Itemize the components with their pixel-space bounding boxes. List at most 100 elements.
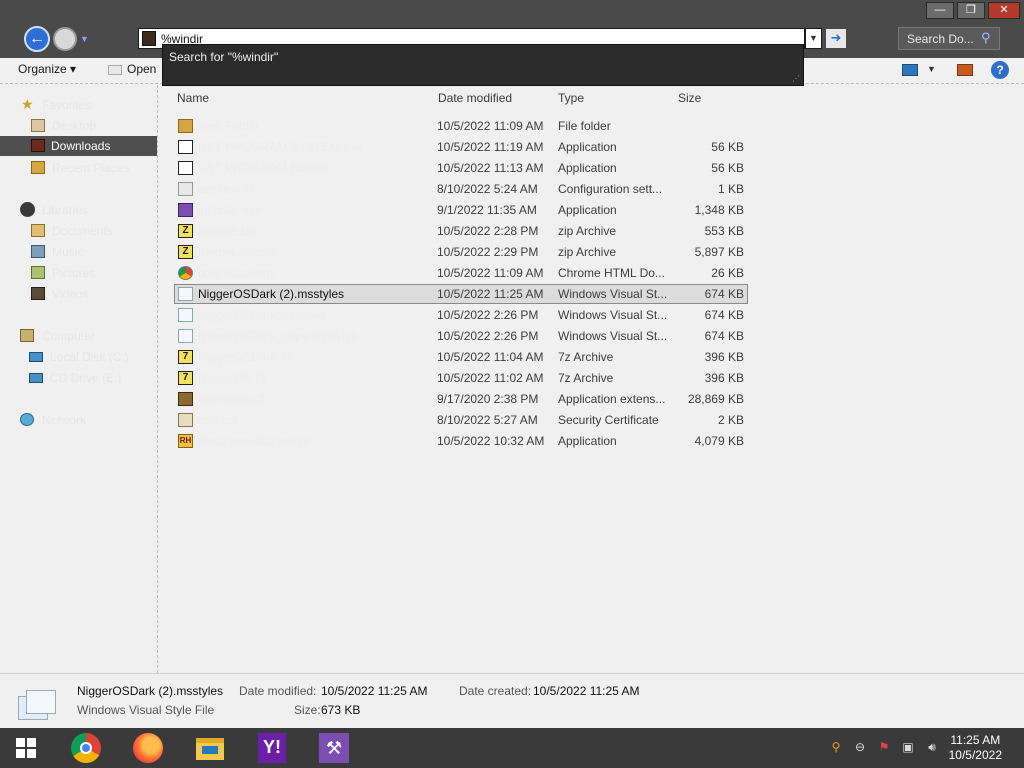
forward-button[interactable]: [53, 27, 77, 51]
details-date-modified: 10/5/2022 11:25 AM: [321, 684, 428, 698]
start-button[interactable]: [16, 738, 36, 758]
vs-app-icon: [178, 203, 193, 217]
resize-grip-icon[interactable]: ⋰: [792, 74, 800, 83]
open-icon: [108, 64, 122, 75]
address-suggestions: Search for "%windir" ⋰: [162, 44, 804, 86]
sidebar-item-favorites[interactable]: ★ Favorites: [0, 95, 157, 115]
sidebar-item-network[interactable]: Network: [0, 410, 157, 430]
libraries-icon: [20, 202, 35, 217]
open-label: Open: [127, 62, 157, 76]
address-history-dropdown-icon[interactable]: ▼: [805, 28, 822, 49]
organize-button[interactable]: Organize ▾: [18, 62, 76, 76]
search-box[interactable]: Search Do... ⚲: [898, 27, 1000, 50]
minimize-button[interactable]: —: [926, 2, 954, 19]
sidebar-item-recent-places[interactable]: Recent Places: [0, 158, 157, 178]
preview-pane-icon[interactable]: [957, 64, 973, 76]
visual-studio-taskbar-icon[interactable]: ⚒: [318, 732, 350, 764]
file-row[interactable]: extension.dll 9/17/2020 2:38 PM Applicat…: [174, 389, 748, 409]
file-type: Application: [558, 161, 617, 175]
search-icon[interactable]: ⚲: [981, 31, 995, 45]
file-name: desktop.ini: [198, 182, 256, 196]
sidebar-item-music[interactable]: Music: [0, 242, 157, 262]
sidebar-item-downloads[interactable]: Downloads: [0, 136, 157, 156]
chrome-taskbar-icon[interactable]: [70, 732, 102, 764]
file-row[interactable]: Z themepack.zip 10/5/2022 2:29 PM zip Ar…: [174, 242, 748, 262]
clock-time: 11:25 AM: [950, 733, 1001, 747]
file-date: 10/5/2022 10:32 AM: [437, 434, 545, 448]
column-header-type[interactable]: Type: [558, 91, 584, 105]
file-row[interactable]: NiggerOSDark_copy.msstyles 10/5/2022 2:2…: [174, 326, 748, 346]
file-size: 28,869 KB: [687, 392, 744, 406]
tray-status-icon[interactable]: ⊖: [853, 740, 867, 754]
file-row[interactable]: cert.cer 8/10/2022 5:27 AM Security Cert…: [174, 410, 748, 430]
computer-icon: [20, 329, 34, 342]
network-tray-icon[interactable]: ▣: [901, 740, 915, 754]
file-row[interactable]: download.html 10/5/2022 11:09 AM Chrome …: [174, 263, 748, 283]
suggestion-search-item[interactable]: Search for "%windir": [169, 50, 278, 64]
file-explorer-taskbar-icon[interactable]: [194, 732, 226, 764]
close-button[interactable]: ✕: [988, 2, 1020, 19]
music-icon: [31, 245, 45, 258]
file-name: NiggerOS.7z: [198, 371, 267, 385]
search-input[interactable]: Search Do...: [907, 32, 974, 46]
file-row[interactable]: Z archive.zip 10/5/2022 2:28 PM zip Arch…: [174, 221, 748, 241]
file-row[interactable]: 7 NiggerOSDark.7z 10/5/2022 11:04 AM 7z …: [174, 347, 748, 367]
file-row[interactable]: installer.exe 9/1/2022 11:35 AM Applicat…: [174, 200, 748, 220]
details-date-modified-label: Date modified:: [239, 684, 317, 698]
config-icon: [178, 182, 193, 196]
yahoo-messenger-taskbar-icon[interactable]: Y!: [256, 732, 288, 764]
change-view-icon[interactable]: [902, 64, 918, 76]
drive-icon: [29, 352, 43, 362]
sidebar-item-computer[interactable]: Computer: [0, 326, 157, 346]
file-date: 8/10/2022 5:27 AM: [437, 413, 538, 427]
sidebar-item-label: Downloads: [51, 139, 111, 153]
downloads-icon: [31, 139, 45, 152]
file-name: NiggerOSDark (2).msstyles: [198, 287, 345, 301]
pictures-icon: [31, 266, 45, 279]
action-center-icon[interactable]: ⚑: [877, 740, 891, 754]
file-row[interactable]: RH ResourceHacker.exe 10/5/2022 10:32 AM…: [174, 431, 748, 451]
firefox-taskbar-icon[interactable]: [132, 732, 164, 764]
file-row[interactable]: 7 NiggerOS.7z 10/5/2022 11:02 AM 7z Arch…: [174, 368, 748, 388]
file-name: New Folder: [198, 119, 260, 133]
column-header-name[interactable]: Name: [177, 91, 209, 105]
system-clock[interactable]: 11:25 AM 10/5/2022: [949, 733, 1002, 763]
file-row[interactable]: NiggerOSDark.msstyles 10/5/2022 2:26 PM …: [174, 305, 748, 325]
column-header-date-modified[interactable]: Date modified: [438, 91, 512, 105]
file-size: 674 KB: [704, 287, 744, 301]
details-file-name: NiggerOSDark (2).msstyles: [77, 684, 224, 698]
sidebar-item-local-disk[interactable]: Local Disk (C:): [0, 347, 157, 367]
file-type: Application: [558, 203, 617, 217]
file-row-selected[interactable]: NiggerOSDark (2).msstyles 10/5/2022 11:2…: [174, 284, 748, 304]
desktop-icon: [31, 119, 45, 132]
msstyles-icon: [178, 287, 193, 301]
maximize-button[interactable]: ❐: [957, 2, 985, 19]
file-row[interactable]: UST PROGRAM Edition 10/5/2022 11:13 AM A…: [174, 158, 748, 178]
sidebar-item-cd-drive[interactable]: CD Drive (E:): [0, 368, 157, 388]
back-button[interactable]: ←: [24, 26, 50, 52]
volume-icon[interactable]: 🔊︎: [925, 740, 939, 754]
open-button[interactable]: Open: [108, 62, 156, 76]
recent-places-icon: [31, 161, 45, 174]
go-arrow-icon[interactable]: ➜: [826, 29, 846, 48]
column-header-size[interactable]: Size: [678, 91, 701, 105]
sidebar-item-documents[interactable]: Documents: [0, 221, 157, 241]
file-type: Windows Visual St...: [558, 308, 668, 322]
sidebar-item-libraries[interactable]: Libraries: [0, 200, 157, 220]
rh-icon: RH: [178, 434, 193, 448]
folder-location-icon: [142, 31, 156, 46]
sidebar-item-videos[interactable]: Videos: [0, 284, 157, 304]
view-options-dropdown-icon[interactable]: ▼: [927, 64, 936, 74]
file-row[interactable]: New Folder 10/5/2022 11:09 AM File folde…: [174, 116, 748, 136]
help-icon[interactable]: ?: [991, 61, 1009, 79]
search-tray-icon[interactable]: ⚲: [829, 740, 843, 754]
file-name: ResourceHacker.exe: [198, 434, 310, 448]
file-row[interactable]: UST PROGRAM SYSTEM.exe 10/5/2022 11:19 A…: [174, 137, 748, 157]
sidebar-item-desktop[interactable]: Desktop: [0, 116, 157, 136]
file-row[interactable]: desktop.ini 8/10/2022 5:24 AM Configurat…: [174, 179, 748, 199]
sidebar-item-label: Favorites: [42, 98, 92, 112]
file-name: UST PROGRAM Edition: [198, 161, 328, 175]
recent-pages-dropdown-icon[interactable]: ▼: [80, 34, 89, 44]
file-size: 4,079 KB: [694, 434, 744, 448]
sidebar-item-pictures[interactable]: Pictures: [0, 263, 157, 283]
